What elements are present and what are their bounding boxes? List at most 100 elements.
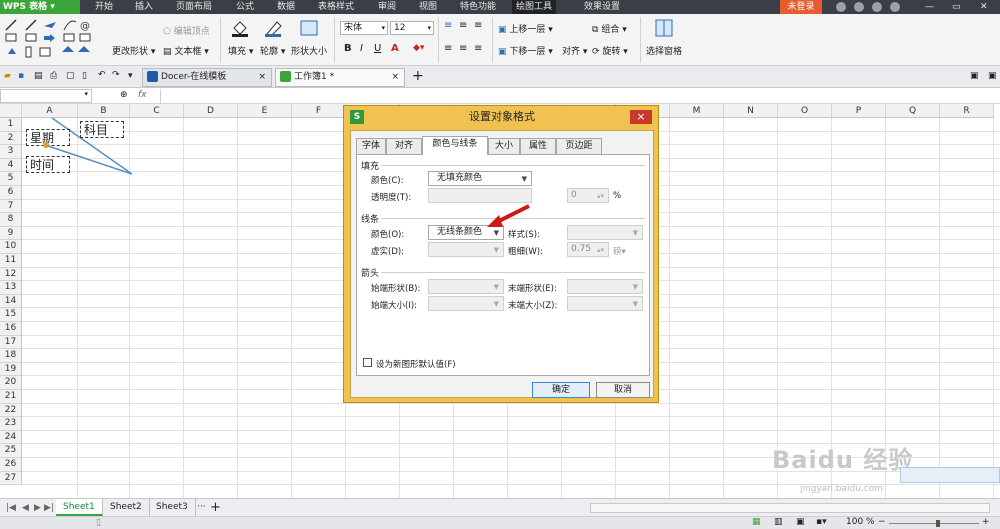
menu-effect-settings[interactable]: 效果设置 [584, 0, 620, 14]
underline-button[interactable]: U [374, 43, 381, 54]
column-header[interactable]: M [670, 104, 724, 118]
row-header[interactable]: 15 [0, 308, 22, 322]
tab-docer[interactable]: Docer-在线模板 × [142, 68, 272, 87]
menu-insert[interactable]: 插入 [135, 0, 153, 14]
function-icon[interactable]: fx [138, 90, 147, 100]
menu-drawing-tools[interactable]: 绘图工具 [512, 0, 557, 14]
row-header[interactable]: 12 [0, 267, 22, 282]
font-size-select[interactable]: 12 ▾ [390, 21, 434, 35]
row-header[interactable]: 17 [0, 335, 22, 350]
open-folder-icon[interactable]: ▰ [4, 71, 11, 81]
gear-icon[interactable] [890, 2, 900, 12]
row-header[interactable]: 9 [0, 226, 22, 241]
column-header[interactable]: O [778, 104, 832, 118]
ok-button[interactable]: 确定 [532, 382, 590, 398]
column-header[interactable]: N [724, 104, 778, 118]
transparency-slider[interactable] [428, 188, 532, 203]
column-header[interactable]: F [292, 104, 346, 118]
add-sheet-icon[interactable]: + [210, 500, 221, 515]
shape-time[interactable]: 时间 [26, 156, 70, 173]
menu-view[interactable]: 视图 [419, 0, 437, 14]
login-button[interactable]: 未登录 [780, 0, 822, 14]
menu-table-style[interactable]: 表格样式 [318, 0, 354, 14]
help-icon[interactable] [854, 2, 864, 12]
reading-view-icon[interactable]: ▣ [796, 517, 805, 527]
row-header[interactable]: 11 [0, 254, 22, 268]
protect-icon[interactable]: ▪▾ [816, 517, 827, 527]
tab-close-all-icon[interactable]: ▣ [988, 71, 997, 81]
begin-size-select[interactable]: ▼ [428, 296, 504, 311]
align-top-icon[interactable]: ≡ [444, 20, 452, 31]
dialog-close-button[interactable]: × [630, 110, 652, 124]
zoom-slider-thumb[interactable] [936, 520, 940, 527]
name-box[interactable]: ▾ [0, 89, 92, 103]
shapes-gallery[interactable]: @ [4, 18, 94, 62]
column-header[interactable]: P [832, 104, 886, 118]
change-shape-button[interactable]: 更改形状 ▾ [112, 44, 155, 57]
horizontal-scrollbar[interactable] [590, 503, 990, 513]
align-left-icon[interactable]: ≡ [444, 43, 452, 54]
row-header[interactable]: 27 [0, 471, 22, 486]
menu-formula[interactable]: 公式 [236, 0, 254, 14]
text-box-button[interactable]: ▤ 文本框 ▾ [163, 44, 209, 57]
maximize-icon[interactable]: ▭ [952, 0, 961, 14]
fill-color-select[interactable]: 无填充颜色 ▼ [428, 171, 532, 186]
edit-vertex-button[interactable]: ⬠ 编辑顶点 [163, 24, 210, 37]
sheet-tab-3[interactable]: Sheet3 [149, 499, 196, 516]
end-shape-select[interactable]: ▼ [567, 279, 643, 294]
rotate-button[interactable]: ⟳ 旋转 ▾ [592, 44, 628, 57]
menu-data[interactable]: 数据 [277, 0, 295, 14]
undo-icon[interactable]: ↶ [98, 70, 106, 80]
row-header[interactable]: 24 [0, 430, 22, 445]
save-icon[interactable]: ▪ [18, 71, 24, 81]
column-header[interactable]: E [238, 104, 292, 118]
row-header[interactable]: 13 [0, 281, 22, 295]
tab-colors-lines[interactable]: 颜色与线条 [422, 136, 488, 155]
tab-workbook1[interactable]: 工作簿1 * × [275, 68, 405, 87]
shirt-icon[interactable] [872, 2, 882, 12]
bold-button[interactable]: B [344, 43, 352, 54]
row-header[interactable]: 14 [0, 294, 22, 309]
begin-shape-select[interactable]: ▼ [428, 279, 504, 294]
floating-toolbar[interactable] [900, 467, 1000, 483]
align-right-icon[interactable]: ≡ [474, 43, 482, 54]
highlight-icon[interactable]: ◆▾ [413, 43, 424, 53]
column-header[interactable]: R [940, 104, 994, 118]
close-tab-icon[interactable]: × [391, 69, 399, 86]
sheet-tab-2[interactable]: Sheet2 [103, 499, 150, 516]
print-icon[interactable]: ⎙ [50, 71, 57, 81]
new-tab-icon[interactable]: + [412, 68, 424, 84]
app-menu-button[interactable]: WPS 表格 ▾ [0, 0, 80, 14]
italic-button[interactable]: I [360, 43, 363, 54]
menu-special[interactable]: 特色功能 [460, 0, 496, 14]
shape-size-button[interactable]: 形状大小 [291, 44, 327, 57]
close-tab-icon[interactable]: × [258, 69, 266, 86]
tab-properties[interactable]: 属性 [520, 138, 556, 154]
row-header[interactable]: 22 [0, 403, 22, 418]
row-header[interactable]: 16 [0, 322, 22, 336]
line-style-select[interactable]: ▼ [567, 225, 643, 240]
close-window-icon[interactable]: ✕ [980, 0, 988, 14]
tab-margins[interactable]: 页边距 [556, 138, 602, 154]
fill-button[interactable]: 填充 ▾ [228, 44, 253, 57]
page-break-view-icon[interactable]: ▥ [774, 517, 783, 527]
tab-font[interactable]: 字体 [356, 138, 386, 154]
row-header[interactable]: 18 [0, 349, 22, 363]
send-backward-button[interactable]: ▣ 下移一层 ▾ [498, 44, 553, 57]
select-pane-button[interactable]: 选择窗格 [646, 44, 682, 57]
row-header[interactable]: 20 [0, 376, 22, 390]
minimize-icon[interactable]: — [925, 0, 934, 14]
normal-view-icon[interactable]: ▦ [752, 517, 761, 527]
row-header[interactable]: 21 [0, 390, 22, 404]
menu-home[interactable]: 开始 [95, 0, 113, 14]
sheet-tab-1[interactable]: Sheet1 [56, 499, 103, 516]
shape-subject[interactable]: 科目 [80, 121, 124, 138]
align-button[interactable]: 对齐 ▾ [562, 44, 587, 57]
column-header[interactable]: Q [886, 104, 940, 118]
default-checkbox[interactable] [363, 358, 372, 367]
tab-alignment[interactable]: 对齐 [386, 138, 422, 154]
tab-list-icon[interactable]: ▣ [970, 71, 979, 81]
end-size-select[interactable]: ▼ [567, 296, 643, 311]
menu-page-layout[interactable]: 页面布局 [176, 0, 212, 14]
more-sheets-icon[interactable]: ··· [197, 502, 206, 512]
